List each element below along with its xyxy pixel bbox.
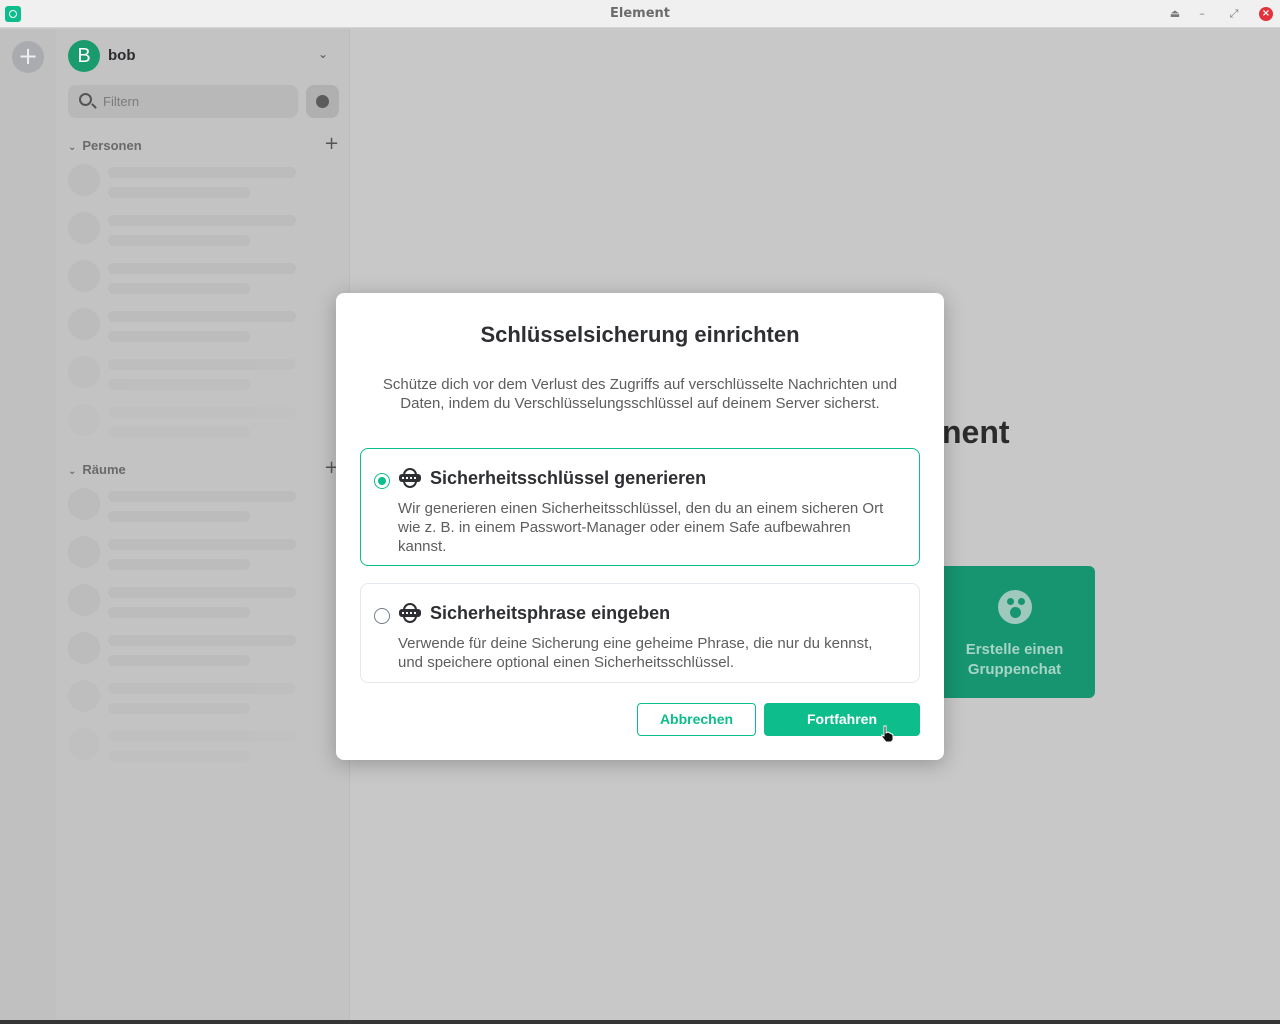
option-description: Verwende für deine Sicherung eine geheim…	[398, 635, 873, 671]
list-item-placeholder	[68, 356, 298, 396]
home-heading: nent	[942, 414, 1010, 450]
dialog-description: Schütze dich vor dem Verlust des Zugriff…	[382, 376, 898, 412]
list-item-placeholder	[68, 680, 298, 720]
maximize-button[interactable]: ⤢	[1225, 5, 1243, 23]
option-title: Sicherheitsphrase eingeben	[430, 603, 671, 623]
chevron-down-icon[interactable]: ⌄	[318, 47, 328, 61]
create-group-chat-button[interactable]: Erstelle einen Gruppenchat	[934, 566, 1095, 698]
security-phrase-icon	[399, 603, 421, 623]
section-people[interactable]: ⌄ Personen	[68, 138, 142, 153]
window-titlebar: Element ⏏ – ⤢ ×	[0, 0, 1280, 28]
security-key-icon	[399, 468, 421, 488]
section-rooms[interactable]: ⌄ Räume	[68, 462, 126, 477]
radio-enter-security-phrase[interactable]	[374, 608, 390, 624]
list-item-placeholder	[68, 404, 298, 444]
room-list-panel: B bob ⌄ Filtern ⌄ Personen + ⌄ Räume +	[56, 29, 350, 1021]
filter-placeholder: Filtern	[103, 94, 140, 109]
add-space-button[interactable]: +	[12, 41, 44, 73]
list-item-placeholder	[68, 212, 298, 252]
cancel-button[interactable]: Abbrechen	[637, 703, 756, 736]
create-group-chat-label: Erstelle einen Gruppenchat	[965, 641, 1064, 678]
dialog-title: Schlüsselsicherung einrichten	[480, 322, 800, 347]
option-description: Wir generieren einen Sicherheitsschlüsse…	[398, 500, 884, 555]
key-backup-dialog: Schlüsselsicherung einrichten Schütze di…	[336, 293, 944, 760]
taskbar-strip	[0, 1020, 1280, 1024]
list-item-placeholder	[68, 632, 298, 672]
option-title: Sicherheitsschlüssel generieren	[430, 468, 707, 488]
minimize-button[interactable]: –	[1193, 5, 1211, 23]
close-button[interactable]: ×	[1259, 7, 1273, 21]
chevron-down-icon: ⌄	[68, 466, 77, 477]
option-generate-security-key[interactable]: Sicherheitsschlüssel generieren Wir gene…	[360, 448, 920, 566]
group-icon	[998, 590, 1032, 624]
spaces-sidebar: +	[0, 29, 56, 1021]
list-item-placeholder	[68, 488, 298, 528]
section-people-label: Personen	[82, 138, 142, 153]
avatar[interactable]: B	[68, 40, 100, 72]
list-item-placeholder	[68, 584, 298, 624]
window-title: Element	[610, 6, 670, 21]
radio-generate-security-key[interactable]	[374, 473, 390, 489]
explore-rooms-button[interactable]	[306, 85, 339, 118]
list-item-placeholder	[68, 308, 298, 348]
section-rooms-label: Räume	[82, 462, 126, 477]
user-name[interactable]: bob	[108, 47, 136, 64]
add-person-button[interactable]: +	[324, 133, 339, 154]
option-enter-security-phrase[interactable]: Sicherheitsphrase eingeben Verwende für …	[360, 583, 920, 683]
chevron-down-icon: ⌄	[68, 142, 77, 153]
list-item-placeholder	[68, 164, 298, 204]
eject-icon[interactable]: ⏏	[1166, 5, 1184, 23]
list-item-placeholder	[68, 728, 298, 768]
continue-button[interactable]: Fortfahren	[764, 703, 920, 736]
hand-cursor-icon	[881, 725, 894, 743]
list-item-placeholder	[68, 260, 298, 300]
list-item-placeholder	[68, 536, 298, 576]
filter-input[interactable]: Filtern	[68, 85, 298, 118]
search-icon	[79, 93, 92, 106]
